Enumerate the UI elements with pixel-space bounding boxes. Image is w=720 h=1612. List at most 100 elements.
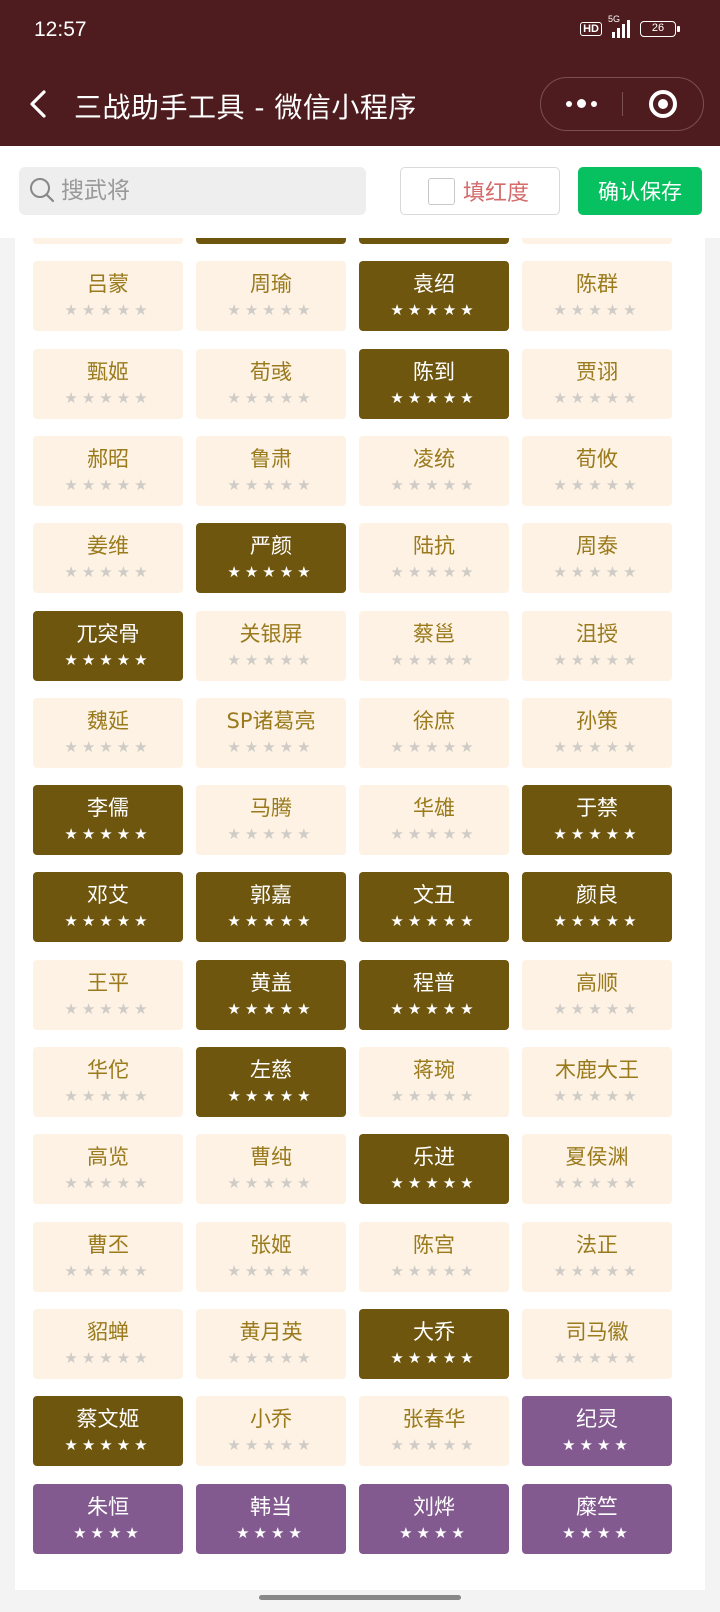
- star-rating: ★★★★★: [390, 912, 478, 930]
- general-tile[interactable]: 周泰 ★★★★★: [522, 523, 672, 593]
- red-degree-checkbox[interactable]: [428, 177, 455, 205]
- general-tile[interactable]: 高览 ★★★★★: [33, 1134, 183, 1204]
- general-tile[interactable]: 大乔 ★★★★★: [359, 1309, 509, 1379]
- general-tile[interactable]: 周瑜 ★★★★★: [196, 261, 346, 331]
- general-tile[interactable]: 袁绍 ★★★★★: [359, 261, 509, 331]
- general-tile[interactable]: SP诸葛亮 ★★★★★: [196, 698, 346, 768]
- general-tile[interactable]: 陈到 ★★★★★: [359, 349, 509, 419]
- general-tile[interactable]: 徐庶 ★★★★★: [359, 698, 509, 768]
- star-rating: ★★★★★: [227, 1436, 315, 1454]
- home-indicator[interactable]: [259, 1595, 461, 1600]
- general-tile[interactable]: 荀彧 ★★★★★: [196, 349, 346, 419]
- general-tile[interactable]: ★★★★★: [33, 238, 183, 244]
- general-tile[interactable]: 邓艾 ★★★★★: [33, 872, 183, 942]
- general-tile[interactable]: 文丑 ★★★★★: [359, 872, 509, 942]
- general-name: 关银屏: [239, 622, 303, 646]
- general-tile[interactable]: 兀突骨 ★★★★★: [33, 611, 183, 681]
- general-tile[interactable]: 王平 ★★★★★: [33, 960, 183, 1030]
- general-name: 曹丕: [87, 1233, 129, 1257]
- general-tile[interactable]: ★★★★★: [522, 238, 672, 244]
- star-rating: ★★★★★: [390, 476, 478, 494]
- red-degree-label: 填红度: [463, 181, 530, 206]
- general-name: 蔡文姬: [76, 1407, 140, 1431]
- general-name: 高顺: [576, 971, 618, 995]
- general-tile[interactable]: 蔡文姬 ★★★★★: [33, 1396, 183, 1466]
- star-rating: ★★★★: [73, 1524, 143, 1542]
- general-tile[interactable]: 凌统 ★★★★★: [359, 436, 509, 506]
- general-tile[interactable]: 貂蝉 ★★★★★: [33, 1309, 183, 1379]
- general-tile[interactable]: 华佗 ★★★★★: [33, 1047, 183, 1117]
- general-tile[interactable]: 于禁 ★★★★★: [522, 785, 672, 855]
- close-miniprogram-button[interactable]: [623, 78, 703, 129]
- star-rating: ★★★★★: [553, 1000, 641, 1018]
- general-tile[interactable]: 贾诩 ★★★★★: [522, 349, 672, 419]
- general-tile[interactable]: 郭嘉 ★★★★★: [196, 872, 346, 942]
- general-tile[interactable]: ★★★★★: [359, 238, 509, 244]
- star-rating: ★★★★★: [390, 1174, 478, 1192]
- general-tile[interactable]: 曹丕 ★★★★★: [33, 1222, 183, 1292]
- general-tile[interactable]: 乐进 ★★★★★: [359, 1134, 509, 1204]
- star-rating: ★★★★★: [553, 563, 641, 581]
- general-tile[interactable]: 法正 ★★★★★: [522, 1222, 672, 1292]
- confirm-save-button[interactable]: 确认保存: [578, 167, 702, 215]
- general-tile[interactable]: 纪灵 ★★★★: [522, 1396, 672, 1466]
- general-tile[interactable]: 蔡邕 ★★★★★: [359, 611, 509, 681]
- general-name: 郭嘉: [250, 883, 292, 907]
- hd-icon: HD: [580, 22, 602, 36]
- general-tile[interactable]: 鲁肃 ★★★★★: [196, 436, 346, 506]
- general-tile[interactable]: 华雄 ★★★★★: [359, 785, 509, 855]
- general-tile[interactable]: 陈宫 ★★★★★: [359, 1222, 509, 1292]
- general-tile[interactable]: 颜良 ★★★★★: [522, 872, 672, 942]
- general-tile[interactable]: 张姬 ★★★★★: [196, 1222, 346, 1292]
- general-tile[interactable]: 黄盖 ★★★★★: [196, 960, 346, 1030]
- general-name: 乐进: [413, 1145, 455, 1169]
- general-name: 小乔: [250, 1407, 292, 1431]
- general-name: 蔡邕: [413, 622, 455, 646]
- general-tile[interactable]: 李儒 ★★★★★: [33, 785, 183, 855]
- general-tile[interactable]: 吕蒙 ★★★★★: [33, 261, 183, 331]
- general-tile[interactable]: 孙策 ★★★★★: [522, 698, 672, 768]
- star-rating: ★★★★★: [227, 738, 315, 756]
- star-rating: ★★★★★: [64, 1436, 152, 1454]
- general-tile[interactable]: 朱恒 ★★★★: [33, 1484, 183, 1554]
- general-tile[interactable]: 马腾 ★★★★★: [196, 785, 346, 855]
- general-name: 蒋琬: [413, 1058, 455, 1082]
- red-degree-toggle[interactable]: 填红度: [400, 167, 560, 215]
- general-tile[interactable]: 关银屏 ★★★★★: [196, 611, 346, 681]
- general-tile[interactable]: 左慈 ★★★★★: [196, 1047, 346, 1117]
- status-bar: 12:57 HD 5G 26: [0, 0, 720, 62]
- general-tile[interactable]: 陆抗 ★★★★★: [359, 523, 509, 593]
- general-tile[interactable]: 夏侯渊 ★★★★★: [522, 1134, 672, 1204]
- general-tile[interactable]: 高顺 ★★★★★: [522, 960, 672, 1030]
- general-tile[interactable]: 魏延 ★★★★★: [33, 698, 183, 768]
- star-rating: ★★★★★: [227, 389, 315, 407]
- general-tile[interactable]: 韩当 ★★★★: [196, 1484, 346, 1554]
- star-rating: ★★★★★: [227, 476, 315, 494]
- star-rating: ★★★★★: [390, 651, 478, 669]
- search-input[interactable]: [61, 167, 351, 215]
- general-tile[interactable]: 姜维 ★★★★★: [33, 523, 183, 593]
- general-name: 大乔: [413, 1320, 455, 1344]
- battery-icon: 26: [640, 21, 680, 37]
- star-rating: ★★★★★: [390, 563, 478, 581]
- star-rating: ★★★★★: [64, 1000, 152, 1018]
- general-tile[interactable]: 糜竺 ★★★★: [522, 1484, 672, 1554]
- general-tile[interactable]: 甄姬 ★★★★★: [33, 349, 183, 419]
- general-tile[interactable]: 小乔 ★★★★★: [196, 1396, 346, 1466]
- general-tile[interactable]: 郝昭 ★★★★★: [33, 436, 183, 506]
- general-tile[interactable]: 木鹿大王 ★★★★★: [522, 1047, 672, 1117]
- general-tile[interactable]: 司马徽 ★★★★★: [522, 1309, 672, 1379]
- general-tile[interactable]: 荀攸 ★★★★★: [522, 436, 672, 506]
- general-tile[interactable]: 严颜 ★★★★★: [196, 523, 346, 593]
- general-tile[interactable]: ★★★★★: [196, 238, 346, 244]
- general-tile[interactable]: 沮授 ★★★★★: [522, 611, 672, 681]
- general-tile[interactable]: 程普 ★★★★★: [359, 960, 509, 1030]
- general-tile[interactable]: 张春华 ★★★★★: [359, 1396, 509, 1466]
- general-tile[interactable]: 陈群 ★★★★★: [522, 261, 672, 331]
- back-button[interactable]: [24, 84, 54, 124]
- more-button[interactable]: [541, 78, 622, 129]
- general-tile[interactable]: 刘烨 ★★★★: [359, 1484, 509, 1554]
- general-tile[interactable]: 黄月英 ★★★★★: [196, 1309, 346, 1379]
- general-tile[interactable]: 蒋琬 ★★★★★: [359, 1047, 509, 1117]
- general-tile[interactable]: 曹纯 ★★★★★: [196, 1134, 346, 1204]
